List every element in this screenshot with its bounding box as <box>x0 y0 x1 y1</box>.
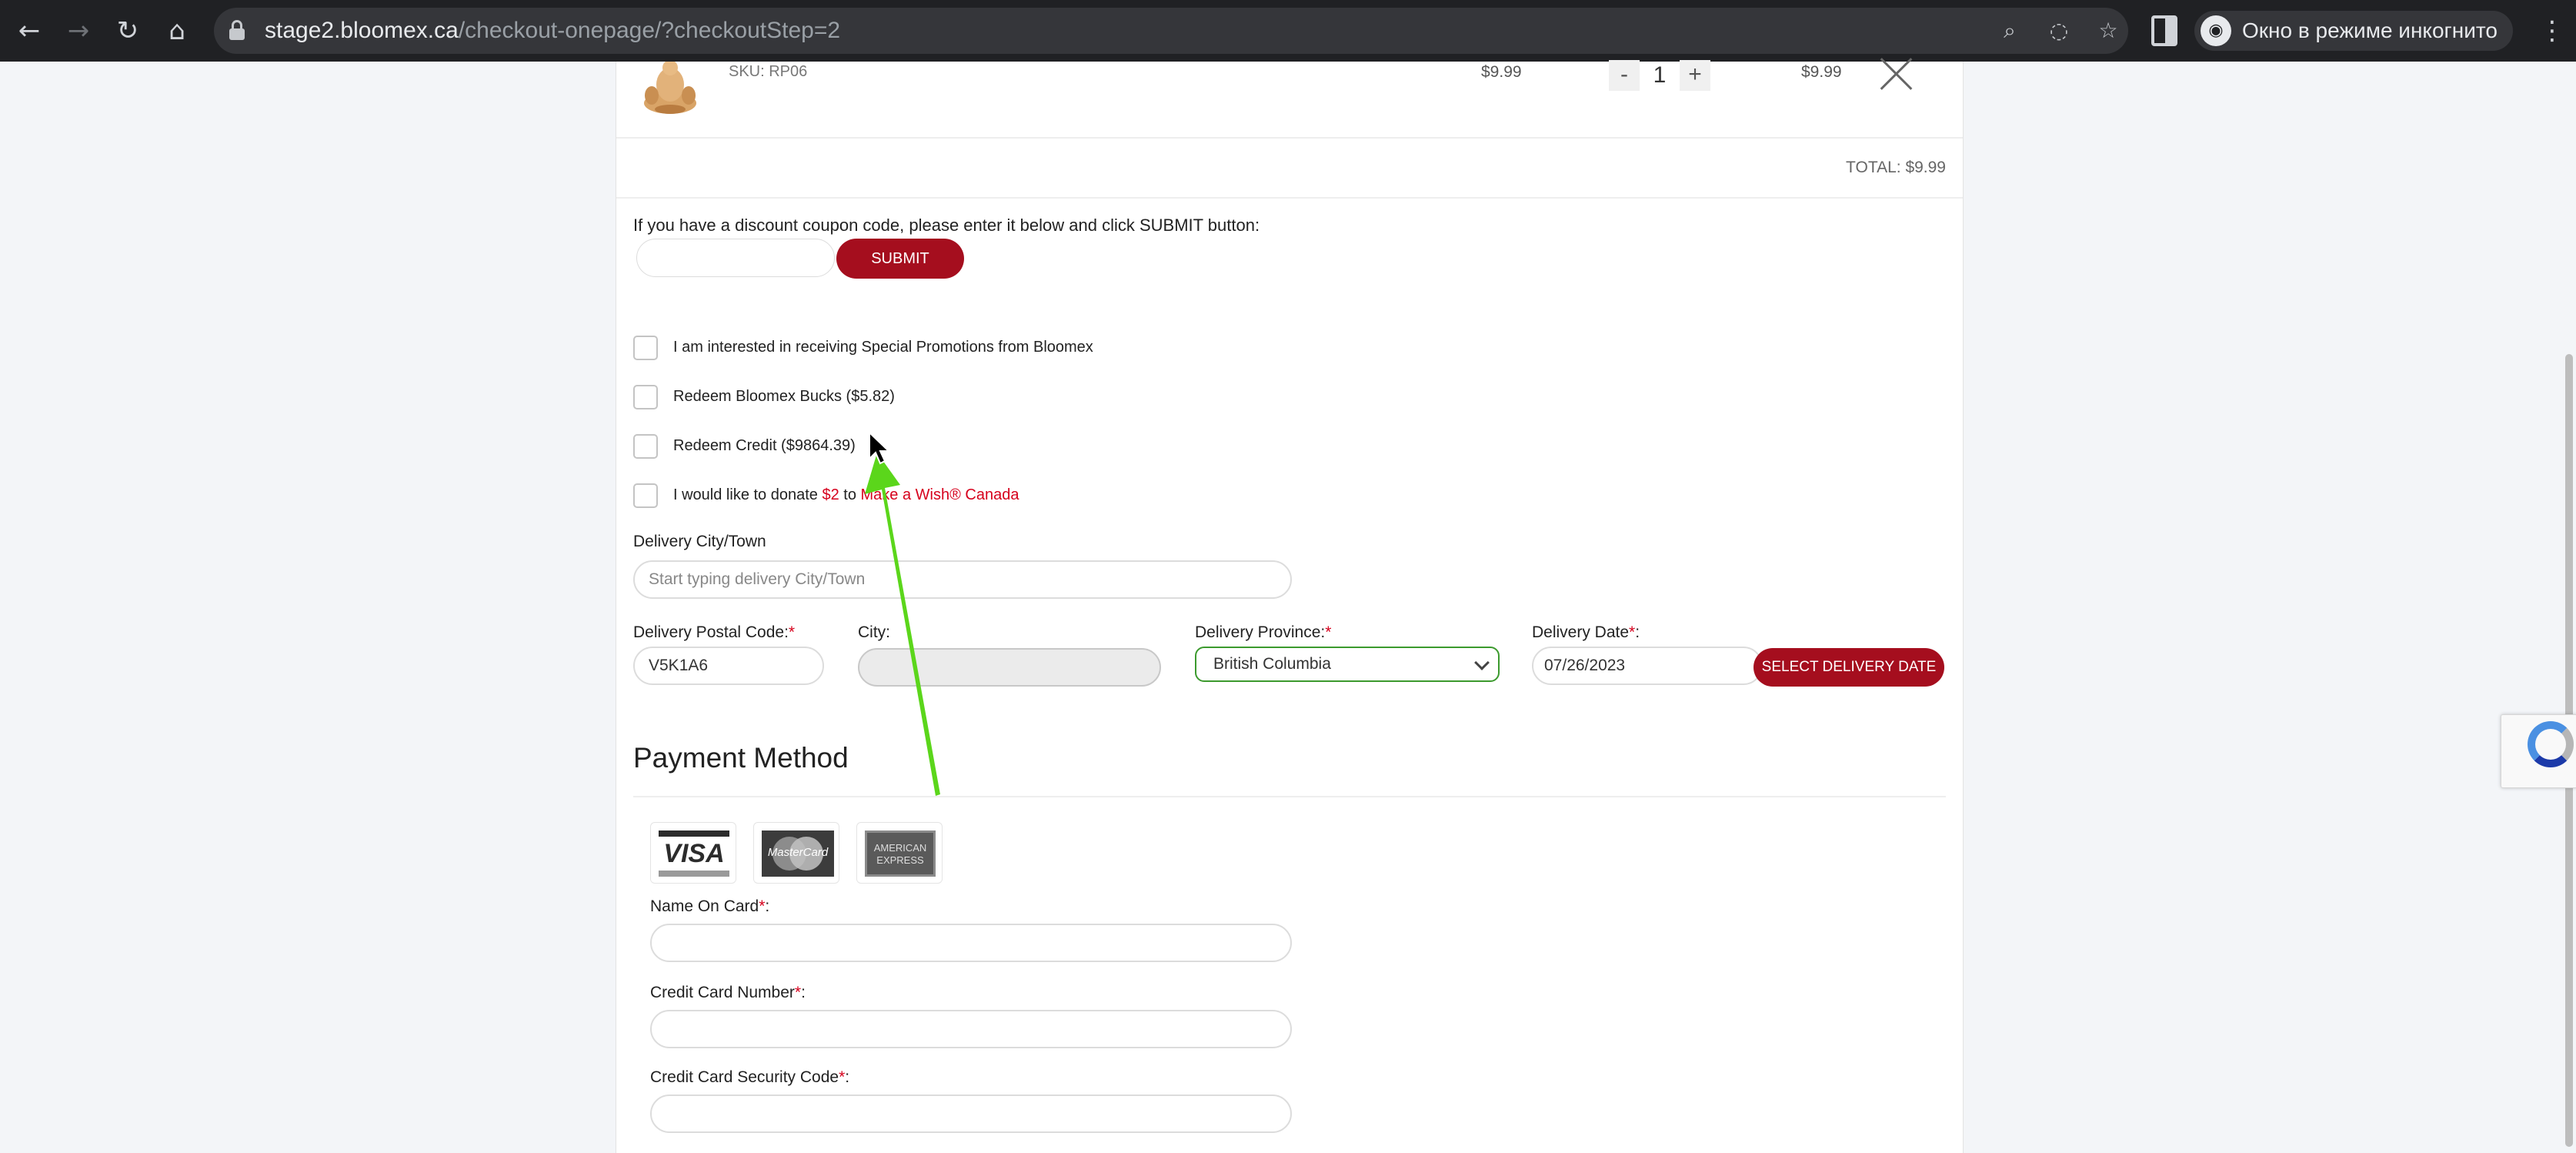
amex-logo: AMERICAN EXPRESS <box>856 822 943 884</box>
amex-logo-text: AMERICAN EXPRESS <box>865 830 936 877</box>
menu-dots-icon[interactable]: ⋮ <box>2539 12 2565 49</box>
required-marker: * <box>794 984 802 1001</box>
bloomex-bucks-label: Redeem Bloomex Bucks ($5.82) <box>673 388 895 405</box>
coupon-submit-button[interactable]: SUBMIT <box>836 239 964 279</box>
url-text[interactable]: stage2.bloomex.ca/checkout-onepage/?chec… <box>265 18 840 44</box>
redeem-credit-label: Redeem Credit ($9864.39) <box>673 437 856 454</box>
mastercard-logo-text: MasterCard <box>767 846 829 859</box>
product-image[interactable] <box>641 62 699 115</box>
required-marker: * <box>1325 623 1332 641</box>
card-number-colon: : <box>801 984 806 1001</box>
promotions-checkbox[interactable] <box>633 336 658 360</box>
product-price: $9.99 <box>1481 63 1522 81</box>
chevron-down-icon <box>1474 655 1490 670</box>
cart-item-row: SKU: RP06 $9.99 - 1 + $9.99 <box>616 60 1963 137</box>
province-label: Delivery Province:* <box>1195 623 1331 642</box>
home-icon[interactable]: ⌂ <box>158 12 195 49</box>
security-code-label-text: Credit Card Security Code <box>650 1068 839 1086</box>
star-icon[interactable]: ☆ <box>2093 15 2124 46</box>
select-delivery-date-button[interactable]: SELECT DELIVERY DATE <box>1753 648 1944 687</box>
eye-off-icon[interactable]: ◌ <box>2044 15 2074 46</box>
donation-checkbox[interactable] <box>633 483 658 508</box>
donation-mid: to <box>839 486 861 503</box>
required-marker: * <box>1629 623 1636 641</box>
redeem-credit-checkbox[interactable] <box>633 434 658 459</box>
line-total: $9.99 <box>1801 63 1842 81</box>
coupon-instructions: If you have a discount coupon code, plea… <box>633 216 1260 235</box>
promotions-label: I am interested in receiving Special Pro… <box>673 339 1093 356</box>
side-panel-icon[interactable] <box>2151 15 2177 46</box>
url-path: /checkout-onepage/?checkoutStep=2 <box>458 18 841 43</box>
recaptcha-badge[interactable] <box>2501 714 2576 788</box>
address-bar[interactable]: stage2.bloomex.ca/checkout-onepage/?chec… <box>214 8 2128 54</box>
security-code-label: Credit Card Security Code*: <box>650 1068 849 1087</box>
required-marker: * <box>788 623 796 641</box>
card-number-label-text: Credit Card Number <box>650 984 795 1001</box>
postal-code-label: Delivery Postal Code:* <box>633 623 795 642</box>
browser-toolbar: ← → ↻ ⌂ stage2.bloomex.ca/checkout-onepa… <box>0 0 2576 62</box>
delivery-city-town-label: Delivery City/Town <box>633 533 766 550</box>
province-select[interactable]: British Columbia <box>1195 647 1500 682</box>
visa-logo: VISA <box>650 822 736 884</box>
total-divider <box>616 197 1963 199</box>
delivery-city-town-input[interactable]: Start typing delivery City/Town <box>633 560 1292 599</box>
quantity-value[interactable]: 1 <box>1644 60 1675 91</box>
quantity-decrease-button[interactable]: - <box>1609 60 1640 91</box>
security-code-input[interactable] <box>650 1095 1292 1133</box>
cart-divider <box>616 137 1963 139</box>
name-on-card-label: Name On Card*: <box>650 897 769 916</box>
donation-organization-link[interactable]: Make a Wish® Canada <box>861 486 1019 503</box>
delivery-date-input[interactable]: 07/26/2023 <box>1532 647 1763 685</box>
payment-divider <box>633 796 1946 797</box>
order-total: TOTAL: $9.99 <box>1846 159 1946 176</box>
close-icon[interactable] <box>1880 57 1914 91</box>
forward-arrow-icon[interactable]: → <box>60 12 97 49</box>
donation-label: I would like to donate $2 to Make a Wish… <box>673 486 1019 504</box>
incognito-icon: ◉ <box>2201 15 2231 46</box>
lock-icon[interactable] <box>229 20 245 40</box>
delivery-date-label: Delivery Date*: <box>1532 623 1640 642</box>
card-number-label: Credit Card Number*: <box>650 984 806 1002</box>
product-sku: SKU: RP06 <box>729 63 808 80</box>
province-label-text: Delivery Province: <box>1195 623 1326 641</box>
visa-logo-text: VISA <box>659 830 729 877</box>
city-input <box>858 648 1161 687</box>
mastercard-logo: MasterCard <box>753 822 839 884</box>
reload-icon[interactable]: ↻ <box>109 12 146 49</box>
back-arrow-icon[interactable]: ← <box>11 12 48 49</box>
donation-prefix: I would like to donate <box>673 486 823 503</box>
postal-code-input[interactable]: V5K1A6 <box>633 647 824 685</box>
name-on-card-colon: : <box>765 897 770 915</box>
recaptcha-icon <box>2528 721 2574 767</box>
incognito-indicator[interactable]: ◉ Окно в режиме инкогнито <box>2194 11 2513 51</box>
city-label: City: <box>858 623 890 641</box>
url-host: stage2.bloomex.ca <box>265 18 459 43</box>
checkout-panel: SKU: RP06 $9.99 - 1 + $9.99 TOTAL: $9.99… <box>616 60 1964 1153</box>
postal-code-label-text: Delivery Postal Code: <box>633 623 789 641</box>
bloomex-bucks-checkbox[interactable] <box>633 385 658 409</box>
name-on-card-label-text: Name On Card <box>650 897 759 915</box>
quantity-increase-button[interactable]: + <box>1680 60 1710 91</box>
zoom-icon[interactable]: ⌕ <box>1994 15 2025 46</box>
incognito-label: Окно в режиме инкогнито <box>2242 18 2498 42</box>
delivery-date-label-text: Delivery Date <box>1532 623 1630 641</box>
delivery-date-label-colon: : <box>1635 623 1640 641</box>
payment-method-title: Payment Method <box>633 742 849 774</box>
coupon-input[interactable] <box>636 239 835 277</box>
province-selected-value: British Columbia <box>1213 655 1331 673</box>
card-number-input[interactable] <box>650 1010 1292 1048</box>
donation-amount: $2 <box>822 486 839 503</box>
name-on-card-input[interactable] <box>650 924 1292 962</box>
security-code-colon: : <box>845 1068 850 1086</box>
